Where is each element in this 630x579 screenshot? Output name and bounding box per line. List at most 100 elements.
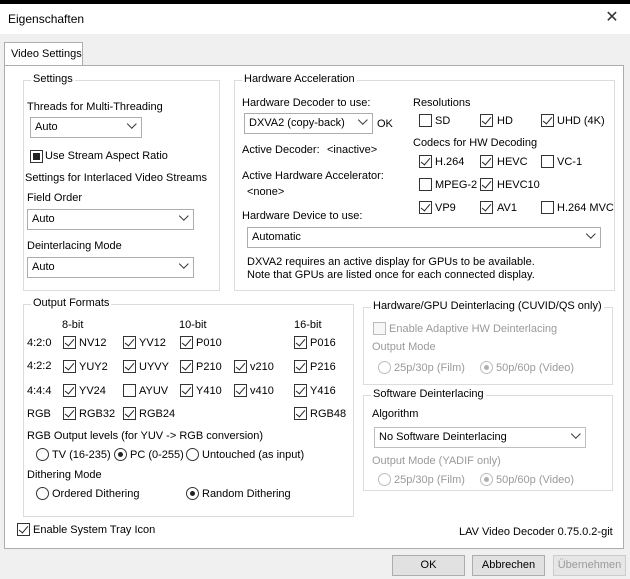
- levels-tv-label: TV (16-235): [52, 449, 111, 461]
- codec-vc1-checkbox[interactable]: [541, 155, 554, 168]
- res-uhd-checkbox[interactable]: [541, 114, 554, 127]
- hw-device-label: Hardware Device to use:: [242, 210, 363, 222]
- sw-deint-title: Software Deinterlacing: [371, 388, 486, 400]
- ok-button[interactable]: OK: [392, 555, 465, 576]
- dither-ordered-radio[interactable]: [36, 487, 49, 500]
- fmt-yv12-label: YV12: [139, 337, 166, 349]
- hw-deint-enable-label: Enable Adaptive HW Deinterlacing: [389, 323, 558, 335]
- hw-device-combo-value: Automatic: [252, 231, 301, 243]
- hw-deint-50p-radio[interactable]: [480, 361, 493, 374]
- hw-decoder-combo[interactable]: DXVA2 (copy-back): [244, 113, 373, 134]
- dithering-mode-label: Dithering Mode: [27, 469, 102, 481]
- hw-accel-group-title: Hardware Acceleration: [242, 73, 357, 85]
- dither-random-radio[interactable]: [186, 487, 199, 500]
- row-label-rgb: RGB: [27, 408, 51, 420]
- fmt-rgb48-checkbox[interactable]: [294, 407, 307, 420]
- apply-button[interactable]: Übernehmen: [553, 555, 626, 576]
- sw-deint-algo-label: Algorithm: [372, 408, 419, 420]
- fmt-p216-label: P216: [310, 361, 336, 373]
- codecs-title: Codecs for HW Decoding: [413, 137, 538, 149]
- cancel-button[interactable]: Abbrechen: [472, 555, 545, 576]
- fmt-ayuv-checkbox[interactable]: [123, 384, 136, 397]
- res-sd-label: SD: [435, 115, 451, 127]
- levels-untouched-label: Untouched (as input): [202, 449, 305, 461]
- field-order-combo[interactable]: Auto: [27, 209, 194, 230]
- levels-untouched-radio[interactable]: [186, 448, 199, 461]
- fmt-v410-label: v410: [250, 385, 274, 397]
- active-accel-label: Active Hardware Accelerator:: [242, 170, 384, 182]
- fmt-yv24-checkbox[interactable]: [63, 384, 76, 397]
- fmt-rgb24-checkbox[interactable]: [123, 407, 136, 420]
- hw-note-line2: Note that GPUs are listed once for each …: [247, 269, 535, 281]
- chevron-down-icon: [570, 429, 581, 439]
- fmt-v210-checkbox[interactable]: [234, 360, 247, 373]
- fmt-yuy2-checkbox[interactable]: [63, 360, 76, 373]
- header-10bit: 10-bit: [179, 319, 207, 331]
- hw-accel-group: Hardware Acceleration Hardware Decoder t…: [234, 73, 615, 291]
- close-icon[interactable]: ✕: [604, 9, 620, 27]
- active-accel-value: <none>: [247, 186, 285, 198]
- window-title: Eigenschaften: [8, 12, 85, 26]
- sw-deint-50p-radio[interactable]: [480, 473, 493, 486]
- fmt-yuy2-label: YUY2: [79, 361, 108, 373]
- sw-deint-25p-radio[interactable]: [378, 473, 391, 486]
- title-bar: Eigenschaften ✕: [0, 4, 630, 34]
- fmt-y410-checkbox[interactable]: [180, 384, 193, 397]
- codec-h264-label: H.264: [435, 156, 465, 168]
- res-sd-checkbox[interactable]: [419, 114, 432, 127]
- fmt-nv12-checkbox[interactable]: [63, 336, 76, 349]
- res-hd-checkbox[interactable]: [480, 114, 493, 127]
- levels-pc-radio[interactable]: [114, 448, 127, 461]
- hw-device-combo[interactable]: Automatic: [247, 227, 601, 248]
- row-label-420: 4:2:0: [27, 337, 52, 349]
- stream-aspect-checkbox[interactable]: [30, 150, 43, 163]
- hw-deint-mode-label: Output Mode: [372, 341, 436, 353]
- codec-hevc-checkbox[interactable]: [480, 155, 493, 168]
- codec-hevc-label: HEVC: [497, 156, 528, 168]
- active-decoder-label: Active Decoder:: [242, 144, 320, 156]
- tab-video-settings[interactable]: Video Settings: [4, 42, 83, 66]
- stream-aspect-label: Use Stream Aspect Ratio: [45, 150, 168, 162]
- chevron-down-icon: [126, 119, 137, 129]
- threads-combo[interactable]: Auto: [30, 117, 142, 138]
- codec-av1-label: AV1: [497, 202, 517, 214]
- codec-vp9-label: VP9: [435, 202, 456, 214]
- codec-mpeg2-checkbox[interactable]: [419, 178, 432, 191]
- dither-ordered-label: Ordered Dithering: [52, 488, 140, 500]
- header-8bit: 8-bit: [62, 319, 84, 331]
- codec-av1-checkbox[interactable]: [480, 201, 493, 214]
- levels-tv-radio[interactable]: [36, 448, 49, 461]
- fmt-uyvy-label: UYVY: [139, 361, 169, 373]
- row-label-444: 4:4:4: [27, 385, 52, 397]
- sw-deint-mode-label: Output Mode (YADIF only): [372, 455, 501, 467]
- codec-h264-checkbox[interactable]: [419, 155, 432, 168]
- hw-deint-group: Hardware/GPU Deinterlacing (CUVID/QS onl…: [363, 300, 613, 385]
- codec-vp9-checkbox[interactable]: [419, 201, 432, 214]
- fmt-yv12-checkbox[interactable]: [123, 336, 136, 349]
- system-tray-checkbox[interactable]: [17, 523, 30, 536]
- chevron-down-icon: [585, 229, 596, 239]
- field-order-label: Field Order: [27, 192, 83, 204]
- fmt-p016-checkbox[interactable]: [294, 336, 307, 349]
- sw-deint-50p-label: 50p/60p (Video): [496, 474, 575, 486]
- threads-label: Threads for Multi-Threading: [27, 101, 163, 113]
- fmt-p010-checkbox[interactable]: [180, 336, 193, 349]
- fmt-nv12-label: NV12: [79, 337, 107, 349]
- interlaced-section-title: Settings for Interlaced Video Streams: [25, 172, 208, 184]
- fmt-y416-checkbox[interactable]: [294, 384, 307, 397]
- fmt-uyvy-checkbox[interactable]: [123, 360, 136, 373]
- fmt-p210-checkbox[interactable]: [180, 360, 193, 373]
- fmt-rgb32-checkbox[interactable]: [63, 407, 76, 420]
- deint-mode-combo[interactable]: Auto: [27, 257, 194, 278]
- codec-mpeg2-label: MPEG-2: [435, 179, 478, 191]
- sw-deint-algo-combo[interactable]: No Software Deinterlacing: [374, 427, 586, 448]
- codec-hevc10-checkbox[interactable]: [480, 178, 493, 191]
- fmt-p216-checkbox[interactable]: [294, 360, 307, 373]
- hw-deint-25p-radio[interactable]: [378, 361, 391, 374]
- fmt-v410-checkbox[interactable]: [234, 384, 247, 397]
- hw-deint-enable-checkbox[interactable]: [373, 322, 386, 335]
- row-label-422: 4:2:2: [27, 360, 52, 372]
- fmt-p210-label: P210: [196, 361, 222, 373]
- res-hd-label: HD: [497, 115, 513, 127]
- codec-h264mvc-checkbox[interactable]: [541, 201, 554, 214]
